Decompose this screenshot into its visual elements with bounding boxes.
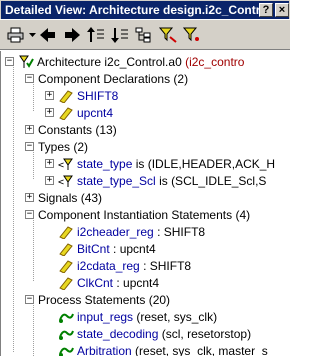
type-definition: is (IDLE,HEADER,ACK_H bbox=[135, 156, 276, 171]
instance-name: i2cdata_reg bbox=[77, 258, 140, 273]
type-icon: < bbox=[58, 157, 74, 171]
type-definition: is (SCL_IDLE_Scl,S bbox=[159, 173, 267, 188]
filter-red-alt-icon[interactable] bbox=[180, 23, 204, 47]
process-sensitivity: (scl, resetorstop) bbox=[161, 326, 252, 341]
expand-toggle[interactable]: + bbox=[45, 108, 54, 117]
instance-type: : upcnt4 bbox=[116, 275, 160, 290]
svg-text:<: < bbox=[58, 177, 64, 188]
tree-node-signals[interactable]: + Signals (43) bbox=[25, 189, 102, 206]
tree-item-type[interactable]: + < state_type is (IDLE,HEADER,ACK_H bbox=[45, 155, 275, 172]
type-icon: < bbox=[58, 174, 74, 188]
component-name: SHIFT8 bbox=[77, 88, 119, 103]
tree-node-process-statements[interactable]: − Process Statements (20) bbox=[25, 291, 170, 308]
node-label: Component Declarations (2) bbox=[38, 71, 189, 86]
component-icon bbox=[58, 259, 74, 274]
collapse-toggle[interactable]: − bbox=[25, 295, 34, 304]
node-label: Types (2) bbox=[38, 139, 89, 154]
architecture-icon bbox=[18, 55, 34, 69]
back-arrow-icon[interactable] bbox=[36, 23, 60, 47]
process-name: state_decoding bbox=[77, 326, 159, 341]
component-icon bbox=[58, 276, 74, 291]
dropdown-arrow-icon[interactable] bbox=[28, 23, 36, 47]
window-title: Detailed View: Architecture design.i2c_C… bbox=[5, 3, 262, 17]
tree-node-component-instantiations[interactable]: − Component Instantiation Statements (4) bbox=[25, 206, 250, 223]
tree-item-process[interactable]: state_decoding (scl, resetorstop) bbox=[58, 325, 251, 342]
sort-down-icon[interactable] bbox=[108, 23, 132, 47]
expand-toggle[interactable]: + bbox=[25, 193, 34, 202]
instance-name: ClkCnt bbox=[77, 275, 114, 290]
process-icon bbox=[58, 327, 74, 341]
tree-item-type[interactable]: + < state_type_Scl is (SCL_IDLE_Scl,S bbox=[45, 172, 266, 189]
tree-node-component-declarations[interactable]: − Component Declarations (2) bbox=[25, 70, 188, 87]
forward-arrow-icon[interactable] bbox=[60, 23, 84, 47]
root-label: Architecture i2c_Control.a0 bbox=[37, 54, 182, 69]
tree-item-component[interactable]: + upcnt4 bbox=[45, 104, 113, 121]
filter-red-icon[interactable] bbox=[156, 23, 180, 47]
print-icon[interactable] bbox=[4, 23, 28, 47]
help-button[interactable]: ? bbox=[259, 3, 273, 17]
collapse-toggle[interactable]: − bbox=[25, 210, 34, 219]
node-label: Component Instantiation Statements (4) bbox=[38, 207, 251, 222]
component-name: upcnt4 bbox=[77, 105, 114, 120]
tree-item-instance[interactable]: ClkCnt : upcnt4 bbox=[58, 274, 159, 291]
collapse-toggle[interactable]: − bbox=[25, 74, 34, 83]
tree-item-process[interactable]: Arbitration (reset, sys_clk, master_s bbox=[58, 342, 268, 356]
type-name: state_type bbox=[77, 156, 133, 171]
process-name: Arbitration bbox=[77, 343, 132, 356]
component-icon bbox=[58, 106, 74, 121]
node-label: Constants (13) bbox=[38, 122, 117, 137]
node-label: Process Statements (20) bbox=[38, 292, 171, 307]
tree-item-component[interactable]: + SHIFT8 bbox=[45, 87, 118, 104]
instance-type: : upcnt4 bbox=[113, 241, 156, 256]
expand-toggle[interactable]: + bbox=[45, 91, 54, 100]
collapse-toggle[interactable]: − bbox=[25, 142, 34, 151]
instance-type: : SHIFT8 bbox=[143, 258, 192, 273]
svg-text:<: < bbox=[58, 160, 64, 171]
type-name: state_type_Scl bbox=[77, 173, 156, 188]
instance-name: i2cheader_reg bbox=[77, 224, 154, 239]
close-button[interactable]: × bbox=[275, 3, 289, 17]
process-icon bbox=[58, 310, 74, 324]
component-icon bbox=[58, 242, 74, 257]
tree-item-process[interactable]: input_regs (reset, sys_clk) bbox=[58, 308, 217, 325]
tree-node-constants[interactable]: + Constants (13) bbox=[25, 121, 117, 138]
process-icon bbox=[58, 344, 74, 356]
root-extra: (i2c_contro bbox=[185, 54, 245, 69]
process-sensitivity: (reset, sys_clk) bbox=[136, 309, 218, 324]
tree-item-instance[interactable]: i2cdata_reg : SHIFT8 bbox=[58, 257, 191, 274]
component-icon bbox=[58, 89, 74, 104]
tree-view[interactable]: − Architecture i2c_Control.a0 (i2c_contr… bbox=[0, 51, 290, 356]
component-icon bbox=[58, 225, 74, 240]
window-titlebar: Detailed View: Architecture design.i2c_C… bbox=[0, 0, 290, 19]
process-sensitivity: (reset, sys_clk, master_s bbox=[135, 343, 268, 356]
instance-type: : SHIFT8 bbox=[157, 224, 206, 239]
tree-node-types[interactable]: − Types (2) bbox=[25, 138, 88, 155]
hierarchy-icon[interactable] bbox=[132, 23, 156, 47]
tree-item-instance[interactable]: BitCnt : upcnt4 bbox=[58, 240, 156, 257]
node-label: Signals (43) bbox=[38, 190, 103, 205]
expand-toggle[interactable]: + bbox=[25, 125, 34, 134]
expand-toggle[interactable]: + bbox=[45, 159, 54, 168]
toolbar bbox=[0, 19, 290, 50]
expand-toggle[interactable]: + bbox=[45, 176, 54, 185]
sort-up-icon[interactable] bbox=[84, 23, 108, 47]
instance-name: BitCnt bbox=[77, 241, 110, 256]
tree-item-instance[interactable]: i2cheader_reg : SHIFT8 bbox=[58, 223, 205, 240]
process-name: input_regs bbox=[77, 309, 134, 324]
tree-root[interactable]: − Architecture i2c_Control.a0 (i2c_contr… bbox=[5, 53, 244, 70]
collapse-toggle[interactable]: − bbox=[5, 57, 14, 66]
